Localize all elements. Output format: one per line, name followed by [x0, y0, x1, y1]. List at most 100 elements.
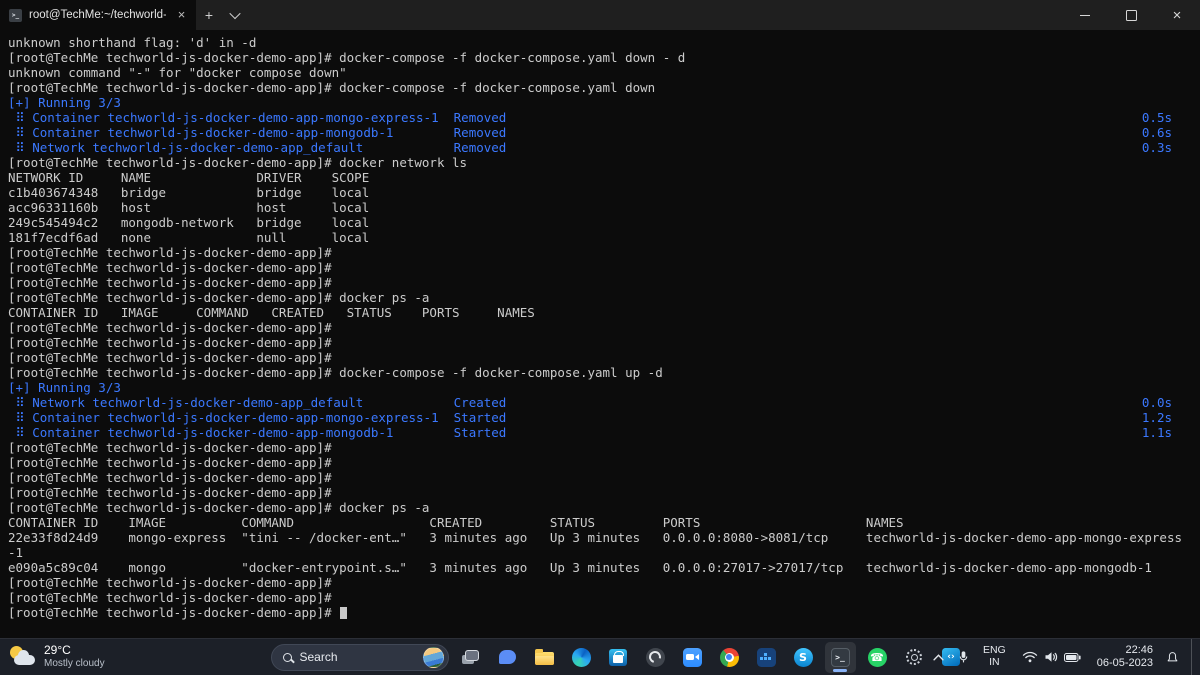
terminal-line: [root@TechMe techworld-js-docker-demo-ap…: [8, 245, 332, 260]
microsoft-store-icon: [609, 648, 627, 666]
terminal-line: unknown shorthand flag: 'd' in -d: [8, 35, 257, 50]
task-view-button[interactable]: [455, 642, 486, 673]
terminal-line: ⠿ Container techworld-js-docker-demo-app…: [8, 125, 1172, 140]
terminal-line: [root@TechMe techworld-js-docker-demo-ap…: [8, 605, 1196, 620]
network-volume-battery-button[interactable]: [1015, 646, 1088, 668]
terminal-line: [root@TechMe techworld-js-docker-demo-ap…: [8, 335, 332, 350]
terminal-line: [root@TechMe techworld-js-docker-demo-ap…: [8, 155, 468, 170]
volume-icon: [1045, 652, 1057, 662]
terminal-line: [root@TechMe techworld-js-docker-demo-ap…: [8, 440, 332, 455]
terminal-line: NETWORK ID NAME DRIVER SCOPE: [8, 170, 370, 185]
terminal-line: [root@TechMe techworld-js-docker-demo-ap…: [8, 50, 686, 65]
tab-title: root@TechMe:~/techworld-js: [29, 9, 166, 21]
terminal-line: 22e33f8d24d9 mongo-express "tini -- /doc…: [8, 530, 1182, 545]
chevron-down-icon: [229, 7, 241, 20]
windows-terminal-button[interactable]: >_: [824, 641, 856, 673]
settings-gear-icon: [906, 649, 922, 665]
microsoft-store-button[interactable]: [603, 642, 634, 673]
chevron-up-icon: [933, 653, 944, 660]
terminal-output[interactable]: unknown shorthand flag: 'd' in -d [root@T…: [0, 30, 1200, 638]
search-label: Search: [299, 650, 338, 664]
docker-desktop-icon: [756, 647, 776, 667]
terminal-line: [+] Running 3/3: [8, 380, 121, 395]
terminal-line: [root@TechMe techworld-js-docker-demo-ap…: [8, 260, 332, 275]
search-highlight-image: [422, 646, 444, 668]
terminal-line: [root@TechMe techworld-js-docker-demo-ap…: [8, 455, 332, 470]
terminal-line: 181f7ecdf6ad none null local: [8, 230, 370, 245]
maximize-button[interactable]: [1108, 0, 1154, 30]
search-icon: [282, 652, 292, 662]
taskbar: 29°C Mostly cloudy Search S >_ ☎ ‹› ENG …: [0, 638, 1200, 675]
mic-icon: [959, 651, 968, 663]
tab-dropdown-button[interactable]: [222, 0, 248, 30]
taskbar-center: Search S >_ ☎ ‹›: [234, 641, 967, 673]
terminal-line: ⠿ Network techworld-js-docker-demo-app_d…: [8, 140, 1172, 155]
terminal-line: e090a5c89c04 mongo "docker-entrypoint.s……: [8, 560, 1152, 575]
terminal-line: unknown command "-" for "docker compose …: [8, 65, 347, 80]
tab-close-icon[interactable]: [173, 7, 190, 24]
task-view-icon: [465, 649, 479, 661]
terminal-line: [root@TechMe techworld-js-docker-demo-ap…: [8, 350, 332, 365]
language-switcher[interactable]: ENG IN: [979, 641, 1010, 672]
zoom-button[interactable]: [677, 642, 708, 673]
bell-icon: [1167, 651, 1178, 661]
obs-studio-button[interactable]: [640, 642, 671, 673]
skype-button[interactable]: S: [788, 642, 819, 673]
language-region: IN: [989, 656, 1000, 668]
terminal-line: 249c545494c2 mongodb-network bridge loca…: [8, 215, 370, 230]
terminal-line: CONTAINER ID IMAGE COMMAND CREATED STATU…: [8, 515, 904, 530]
terminal-line: [root@TechMe techworld-js-docker-demo-ap…: [8, 485, 332, 500]
terminal-titlebar: root@TechMe:~/techworld-js: [0, 0, 1200, 30]
microphone-button[interactable]: [953, 646, 974, 668]
terminal-line: [root@TechMe techworld-js-docker-demo-ap…: [8, 290, 430, 305]
docker-desktop-button[interactable]: [751, 642, 782, 673]
terminal-line: [root@TechMe techworld-js-docker-demo-ap…: [8, 470, 332, 485]
terminal-line: -1: [8, 545, 24, 560]
file-explorer-icon: [534, 649, 554, 665]
taskbar-apps: S >_ ☎ ‹›: [455, 641, 967, 673]
battery-icon: [1063, 652, 1081, 662]
teams-chat-icon: [498, 650, 516, 664]
tray-overflow-button[interactable]: [929, 650, 948, 665]
terminal-app-icon: [9, 8, 22, 22]
close-button[interactable]: [1154, 0, 1200, 30]
windows-logo-icon: [241, 649, 257, 665]
weather-temp: 29°C: [44, 643, 71, 658]
desktop: root@TechMe:~/techworld-js unknown short…: [0, 0, 1200, 675]
teams-chat-button[interactable]: [492, 642, 523, 673]
taskbar-search[interactable]: Search: [270, 643, 449, 671]
terminal-line: [root@TechMe techworld-js-docker-demo-ap…: [8, 80, 656, 95]
terminal-line: c1b403674348 bridge bridge local: [8, 185, 370, 200]
whatsapp-icon: ☎: [867, 647, 887, 667]
edge-browser-button[interactable]: [566, 642, 597, 673]
terminal-line: [root@TechMe techworld-js-docker-demo-ap…: [8, 575, 332, 590]
weather-condition: Mostly cloudy: [44, 658, 105, 670]
windows-terminal-icon: >_: [830, 647, 850, 667]
terminal-line: [root@TechMe techworld-js-docker-demo-ap…: [8, 590, 332, 605]
obs-studio-icon: [645, 647, 665, 667]
chrome-icon: [719, 647, 739, 667]
minimize-button[interactable]: [1062, 0, 1108, 30]
system-tray: ENG IN 22:46 06-05-2023: [929, 639, 1195, 675]
weather-widget[interactable]: 29°C Mostly cloudy: [10, 639, 105, 675]
terminal-line: acc96331160b host host local: [8, 200, 370, 215]
terminal-line: ⠿ Container techworld-js-docker-demo-app…: [8, 410, 1172, 425]
settings-gear-button[interactable]: [899, 642, 930, 673]
terminal-line: [root@TechMe techworld-js-docker-demo-ap…: [8, 320, 332, 335]
show-desktop-button[interactable]: [1191, 639, 1195, 675]
wifi-icon: [1022, 651, 1037, 663]
terminal-line: ⠿ Container techworld-js-docker-demo-app…: [8, 425, 1172, 440]
terminal-cursor: [340, 606, 348, 619]
notifications-button[interactable]: [1162, 647, 1183, 668]
chrome-button[interactable]: [714, 642, 745, 673]
file-explorer-button[interactable]: [529, 642, 560, 673]
whatsapp-button[interactable]: ☎: [862, 642, 893, 673]
clock-widget[interactable]: 22:46 06-05-2023: [1093, 640, 1157, 674]
terminal-tab[interactable]: root@TechMe:~/techworld-js: [0, 0, 196, 30]
sun-cloud-icon: [10, 644, 36, 670]
terminal-line: [root@TechMe techworld-js-docker-demo-ap…: [8, 500, 430, 515]
terminal-line: [root@TechMe techworld-js-docker-demo-ap…: [8, 275, 332, 290]
clock-date: 06-05-2023: [1096, 657, 1153, 669]
start-button[interactable]: [234, 642, 265, 673]
new-tab-button[interactable]: [196, 0, 222, 30]
